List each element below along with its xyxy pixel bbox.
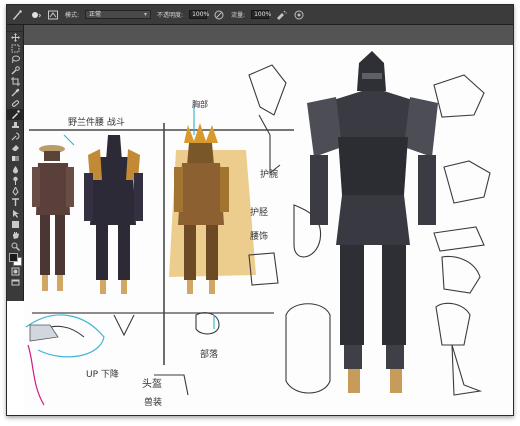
concept-art-sketch: 野兰件腰 战斗 护腕 护胫 胸部 腰饰 部落 UP 下降 头盔 兽装	[25, 51, 491, 408]
document-tab-strip	[7, 25, 513, 45]
tools-panel-grip[interactable]	[7, 25, 23, 32]
knight-sketch-dark-gold	[84, 135, 143, 294]
document-canvas[interactable]: 野兰件腰 战斗 护腕 护胫 胸部 腰饰 部落 UP 下降 头盔 兽装	[24, 45, 513, 415]
dodge-tool-icon[interactable]	[7, 175, 23, 186]
screen-mode-icon[interactable]	[7, 277, 23, 288]
knight-sketch-golden	[169, 123, 256, 294]
brush-panel-icon[interactable]	[47, 9, 59, 21]
flow-input[interactable]: 100%	[251, 10, 271, 19]
tools-panel	[7, 25, 24, 301]
shape-tool-icon[interactable]	[7, 219, 23, 230]
note-right-4: 腰饰	[250, 230, 268, 242]
note-right-1: 护腕	[260, 168, 278, 180]
note-top-left: 野兰件腰 战斗	[68, 116, 125, 128]
pen-tool-icon[interactable]	[7, 186, 23, 197]
brush-tool-icon[interactable]	[11, 9, 23, 21]
note-bottom-left-1: UP 下降	[86, 368, 119, 380]
eraser-tool-icon[interactable]	[7, 142, 23, 153]
knight-sketch-brown	[32, 145, 74, 291]
eyedropper-tool-icon[interactable]	[7, 87, 23, 98]
clone-stamp-tool-icon[interactable]	[7, 120, 23, 131]
opacity-input[interactable]: 100%	[189, 10, 209, 19]
blur-tool-icon[interactable]	[7, 164, 23, 175]
opacity-label: 不透明度:	[157, 12, 184, 19]
options-bar: 模式: 正常 ▾ 不透明度: 100% 流量: 100%	[7, 5, 513, 25]
pressure-size-icon[interactable]	[293, 9, 305, 21]
gradient-tool-icon[interactable]	[7, 153, 23, 164]
quick-mask-icon[interactable]	[7, 266, 23, 277]
history-brush-tool-icon[interactable]	[7, 131, 23, 142]
mode-value: 正常	[89, 11, 102, 18]
airbrush-icon[interactable]	[275, 9, 287, 21]
note-right-3: 胸部	[192, 99, 208, 109]
quick-select-tool-icon[interactable]	[7, 65, 23, 76]
photoshop-window: 模式: 正常 ▾ 不透明度: 100% 流量: 100% 野兰件腰 战斗 护腕 …	[6, 4, 514, 416]
flow-label: 流量:	[231, 12, 246, 19]
note-bottom-left-3: 兽装	[144, 396, 162, 408]
mode-select[interactable]: 正常 ▾	[85, 10, 152, 19]
lasso-tool-icon[interactable]	[7, 54, 23, 65]
marquee-tool-icon[interactable]	[7, 43, 23, 54]
move-tool-icon[interactable]	[7, 32, 23, 43]
chevron-down-icon: ▾	[144, 11, 148, 18]
note-bottom-left-2: 头盔	[142, 377, 162, 390]
brush-tool-icon[interactable]	[7, 109, 23, 120]
foreground-color-swatch[interactable]	[9, 253, 18, 262]
healing-brush-tool-icon[interactable]	[7, 98, 23, 109]
knight-sketch-large-dark	[307, 51, 438, 393]
brush-preset-icon[interactable]	[29, 9, 41, 21]
hand-tool-icon[interactable]	[7, 230, 23, 241]
note-mid-bottom: 部落	[200, 348, 218, 360]
magenta-annotation-stroke	[27, 344, 45, 406]
mode-label: 模式:	[65, 12, 80, 19]
type-tool-icon[interactable]	[7, 197, 23, 208]
color-swatches[interactable]	[7, 252, 23, 266]
zoom-tool-icon[interactable]	[7, 241, 23, 252]
crop-tool-icon[interactable]	[7, 76, 23, 87]
note-right-2: 护胫	[250, 206, 268, 218]
pressure-opacity-icon[interactable]	[213, 9, 225, 21]
path-selection-tool-icon[interactable]	[7, 208, 23, 219]
